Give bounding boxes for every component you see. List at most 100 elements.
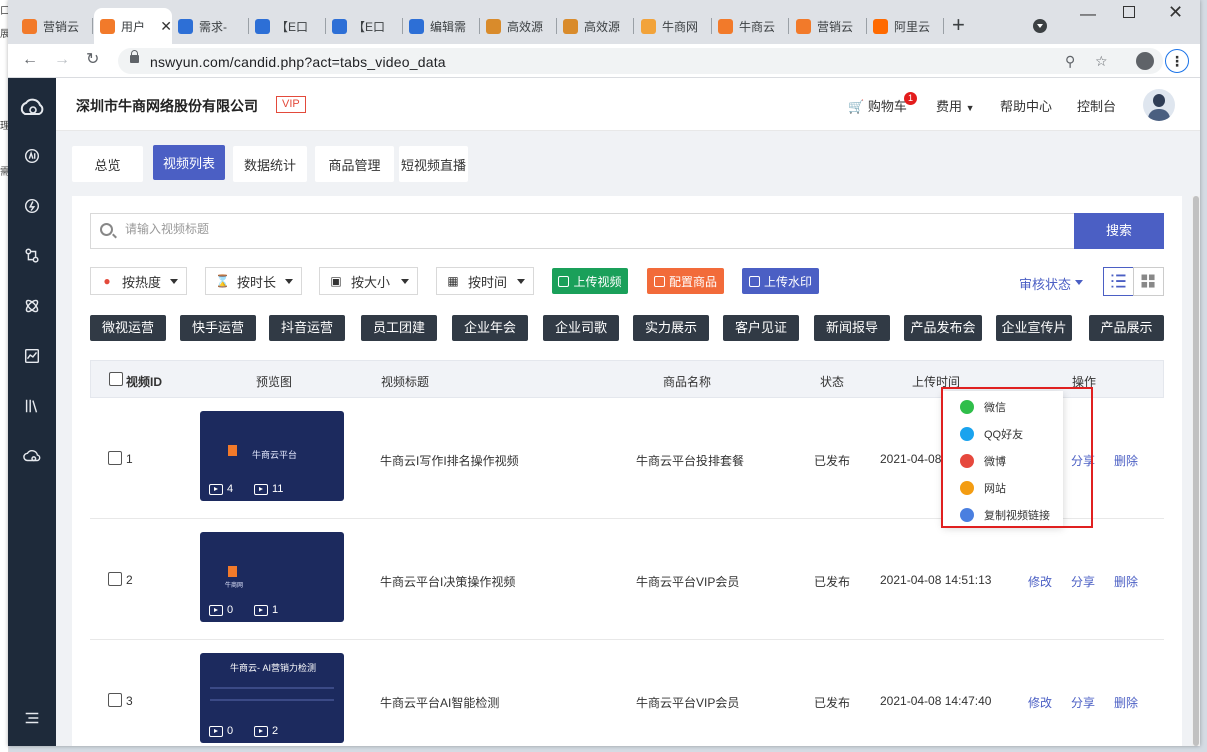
browser-tab[interactable]: 牛商网: [635, 12, 712, 40]
category-chip[interactable]: 实力展示: [633, 315, 709, 341]
bookmark-star-icon[interactable]: ☆: [1095, 53, 1108, 70]
upload-time: 2021-04-08 14:47:40: [880, 694, 992, 708]
tab-product-management[interactable]: 商品管理: [315, 146, 394, 182]
sort-by-duration[interactable]: ⌛ 按时长: [205, 267, 302, 295]
share-link[interactable]: 分享: [1071, 573, 1095, 590]
scrollbar-thumb[interactable]: [1193, 196, 1199, 746]
fees-menu[interactable]: 费用 ▼: [936, 96, 975, 115]
list-view-button[interactable]: [1103, 267, 1134, 296]
profile-icon[interactable]: [1136, 52, 1154, 70]
tab-short-video-live[interactable]: 短视频直播: [399, 146, 468, 182]
console-link[interactable]: 控制台: [1077, 96, 1116, 115]
back-icon[interactable]: ←: [22, 52, 38, 68]
search-button[interactable]: 搜索: [1074, 213, 1164, 249]
tab-video-list[interactable]: 视频列表: [153, 145, 225, 180]
delete-link[interactable]: 删除: [1114, 573, 1138, 590]
tab-label: 阿里云: [894, 19, 931, 34]
play-count: 0: [209, 725, 233, 737]
browser-tab[interactable]: 【E口: [249, 12, 326, 40]
delete-link[interactable]: 删除: [1114, 694, 1138, 711]
cloud-icon: [796, 18, 811, 34]
close-tab-icon[interactable]: ✕: [160, 18, 172, 35]
category-chip[interactable]: 产品展示: [1089, 315, 1164, 341]
category-chip[interactable]: 企业司歌: [543, 315, 619, 341]
ai-icon[interactable]: [22, 146, 42, 166]
browser-tab[interactable]: 高效源: [480, 12, 557, 40]
category-chip[interactable]: 企业宣传片: [996, 315, 1072, 341]
play-icon: [209, 604, 223, 616]
product-name: 牛商云平台VIP会员: [636, 696, 740, 710]
menu-kebab-icon[interactable]: ⋮: [1165, 49, 1189, 73]
omnibox[interactable]: nswyun.com/candid.php?act=tabs_video_dat…: [118, 48, 1163, 74]
library-icon[interactable]: [22, 396, 42, 416]
sort-by-popularity[interactable]: ● 按热度: [90, 267, 187, 295]
upload-watermark-button[interactable]: 上传水印: [742, 268, 819, 294]
browser-tab[interactable]: 用户 ✕: [94, 8, 172, 44]
share-nodes-icon[interactable]: [22, 246, 42, 266]
browser-tab[interactable]: 编辑需: [403, 12, 480, 40]
menu-collapse-icon[interactable]: [22, 708, 42, 728]
category-chip[interactable]: 企业年会: [452, 315, 528, 341]
forward-icon[interactable]: →: [54, 52, 70, 68]
upload-video-button[interactable]: 上传视频: [552, 268, 628, 294]
tab-overview[interactable]: 总览: [72, 146, 143, 182]
browser-tab[interactable]: 牛商云: [712, 12, 789, 40]
maximize-icon[interactable]: [1123, 6, 1135, 18]
atom-icon[interactable]: [22, 296, 42, 316]
cloud-icon: [718, 18, 733, 34]
help-center-link[interactable]: 帮助中心: [1000, 96, 1052, 115]
edit-link[interactable]: 修改: [1028, 573, 1052, 590]
delete-link[interactable]: 删除: [1114, 452, 1138, 469]
sort-by-time[interactable]: ▦ 按时间: [436, 267, 534, 295]
edit-link[interactable]: 修改: [1028, 694, 1052, 711]
caret-down-icon: [170, 279, 178, 288]
close-window-icon[interactable]: ✕: [1168, 3, 1183, 21]
browser-tab[interactable]: 需求-: [172, 12, 249, 40]
cloud-logo-icon[interactable]: [18, 94, 46, 122]
video-thumbnail[interactable]: 牛商云平台 4 11: [200, 411, 344, 501]
review-status-dropdown[interactable]: 审核状态: [1019, 274, 1084, 293]
minimize-icon[interactable]: —: [1080, 7, 1096, 23]
row-checkbox[interactable]: [108, 572, 122, 586]
share-link[interactable]: 分享: [1071, 694, 1095, 711]
reload-icon[interactable]: ↻: [86, 52, 99, 68]
scrollbar[interactable]: [1192, 196, 1200, 746]
category-chip[interactable]: 快手运营: [180, 315, 256, 341]
row-checkbox[interactable]: [108, 693, 122, 707]
new-tab-button[interactable]: +: [952, 14, 965, 36]
tab-separator: [92, 18, 93, 34]
filter-label: 按热度: [122, 274, 162, 290]
tab-search-icon[interactable]: [1033, 19, 1047, 33]
row-checkbox[interactable]: [108, 451, 122, 465]
browser-tab[interactable]: 阿里云: [867, 12, 944, 40]
config-product-button[interactable]: 配置商品: [647, 268, 724, 294]
browser-tab[interactable]: 营销云: [16, 12, 93, 40]
lightning-icon[interactable]: [22, 196, 42, 216]
tab-separator: [633, 18, 634, 34]
browser-tab[interactable]: 高效源: [557, 12, 634, 40]
category-chip[interactable]: 微视运营: [90, 315, 166, 341]
video-thumbnail[interactable]: 牛商网 0 1: [200, 532, 344, 622]
browser-tab[interactable]: 营销云: [790, 12, 867, 40]
caret-down-icon: [285, 279, 293, 288]
category-chip[interactable]: 抖音运营: [269, 315, 345, 341]
category-chip[interactable]: 员工团建: [361, 315, 437, 341]
search-input[interactable]: [125, 222, 1025, 236]
browser-tab[interactable]: 【E口: [326, 12, 403, 40]
filter-label: 按时间: [468, 274, 508, 290]
zoom-icon[interactable]: ⚲: [1065, 53, 1075, 70]
sort-by-size[interactable]: ▣ 按大小: [319, 267, 418, 295]
clip-count: 1: [254, 604, 278, 616]
tab-data-stats[interactable]: 数据统计: [233, 146, 307, 182]
avatar[interactable]: [1143, 89, 1175, 121]
cloud-settings-icon[interactable]: [22, 446, 42, 466]
cart-link[interactable]: 🛒 购物车: [848, 96, 907, 115]
grid-view-button[interactable]: [1133, 267, 1164, 296]
chart-icon[interactable]: [22, 346, 42, 366]
category-chip[interactable]: 产品发布会: [904, 315, 982, 341]
video-thumbnail[interactable]: 牛商云- AI营销力检测 0 2: [200, 653, 344, 743]
select-all-checkbox[interactable]: [109, 372, 123, 386]
category-chip[interactable]: 客户见证: [723, 315, 799, 341]
category-chip[interactable]: 新闻报导: [814, 315, 890, 341]
filter-label: 按时长: [237, 274, 277, 290]
